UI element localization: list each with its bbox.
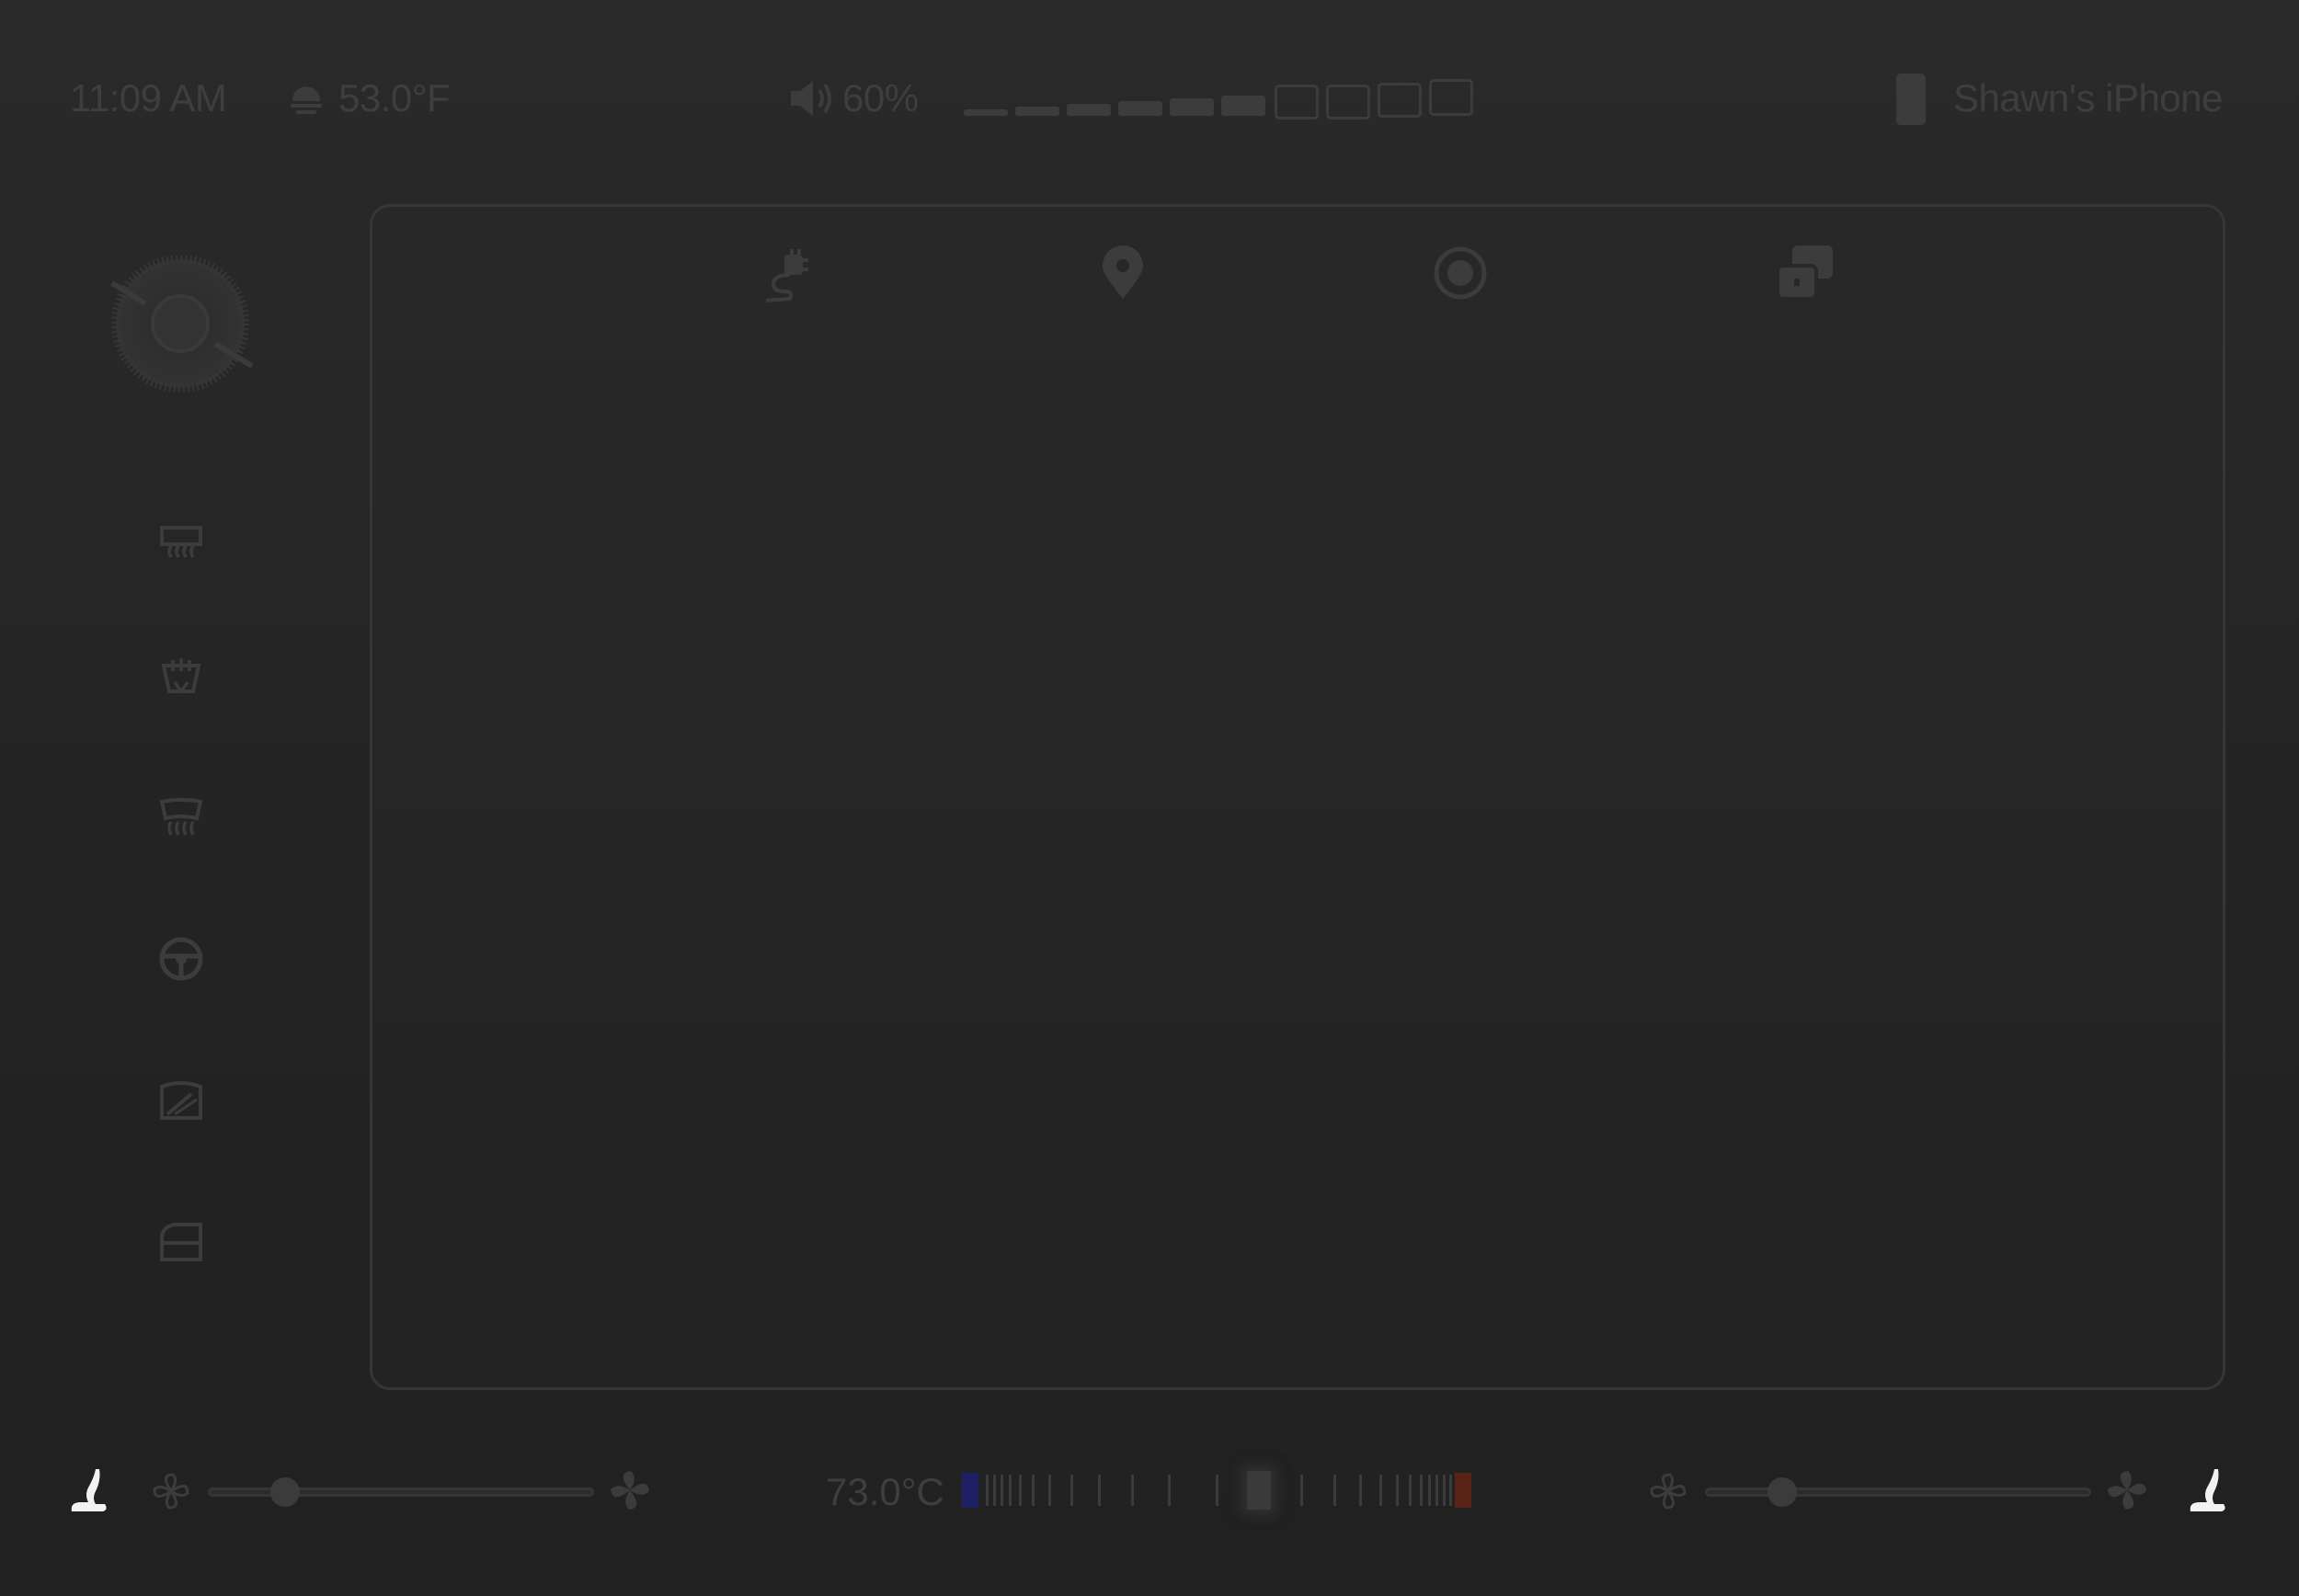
temp-tick xyxy=(1396,1475,1399,1506)
temp-tick xyxy=(1333,1475,1336,1506)
left-fan-large-icon[interactable] xyxy=(609,1469,651,1511)
volume-step[interactable] xyxy=(1067,104,1111,116)
right-fan-small-icon[interactable] xyxy=(1648,1471,1688,1511)
left-seat-heater-icon[interactable] xyxy=(68,1467,112,1513)
temp-tick xyxy=(1420,1475,1423,1506)
temp-tick xyxy=(1428,1475,1431,1506)
right-seat-heater-icon[interactable] xyxy=(2187,1467,2231,1513)
fan-dial-icon[interactable] xyxy=(109,256,256,403)
temp-tick xyxy=(1098,1475,1101,1506)
temp-tick xyxy=(1009,1475,1012,1506)
volume-step[interactable] xyxy=(1378,83,1422,118)
left-fan-slider-thumb[interactable] xyxy=(270,1477,300,1507)
cabin-air-icon[interactable] xyxy=(158,655,204,701)
temp-tick xyxy=(1048,1475,1051,1506)
cloud-icon xyxy=(291,86,322,114)
volume-step[interactable] xyxy=(1221,96,1265,116)
cold-end-marker xyxy=(962,1473,978,1508)
car-screen: 11:09 AM 53.0°F 60% Shawn's iPhone 73.0°… xyxy=(0,0,2299,1596)
temp-tick xyxy=(1435,1475,1438,1506)
volume-step[interactable] xyxy=(1015,107,1059,116)
volume-step[interactable] xyxy=(964,109,1008,116)
volume-level: 60% xyxy=(842,76,919,120)
charging-plug-icon[interactable] xyxy=(762,247,810,302)
temp-tick xyxy=(986,1475,989,1506)
cabin-temperature: 73.0°C xyxy=(826,1470,944,1513)
phone-icon xyxy=(1896,74,1926,125)
right-fan-large-icon[interactable] xyxy=(2106,1469,2148,1511)
volume-step[interactable] xyxy=(1275,85,1319,120)
temp-tick xyxy=(1379,1475,1382,1506)
temp-tick xyxy=(1032,1475,1035,1506)
temperature-slider-thumb[interactable] xyxy=(1247,1471,1271,1510)
temp-tick xyxy=(1070,1475,1073,1506)
clock: 11:09 AM xyxy=(70,76,227,120)
hot-end-marker xyxy=(1455,1473,1471,1508)
front-defrost-icon[interactable] xyxy=(158,520,204,566)
temp-tick xyxy=(1359,1475,1362,1506)
temp-tick xyxy=(1001,1475,1003,1506)
apps-icon[interactable] xyxy=(1776,244,1835,301)
temp-tick xyxy=(993,1475,996,1506)
volume-step[interactable] xyxy=(1118,101,1162,116)
volume-step[interactable] xyxy=(1429,79,1473,116)
volume-step[interactable] xyxy=(1170,98,1214,116)
connected-device[interactable]: Shawn's iPhone xyxy=(1953,75,2223,121)
main-panel xyxy=(370,204,2225,1390)
temp-tick xyxy=(1300,1475,1303,1506)
camera-icon[interactable] xyxy=(1433,245,1488,301)
temp-tick xyxy=(1019,1475,1022,1506)
window-icon[interactable] xyxy=(158,1219,204,1265)
right-fan-slider[interactable] xyxy=(1705,1488,2091,1497)
location-pin-icon[interactable] xyxy=(1099,245,1147,301)
right-fan-slider-thumb[interactable] xyxy=(1767,1477,1797,1507)
temp-tick xyxy=(1443,1475,1446,1506)
outside-temperature: 53.0°F xyxy=(338,76,451,120)
rear-defrost-icon[interactable] xyxy=(158,796,204,842)
wiper-icon[interactable] xyxy=(158,1077,204,1123)
steering-wheel-heat-icon[interactable] xyxy=(158,936,204,982)
temp-tick xyxy=(1216,1475,1218,1506)
temp-tick xyxy=(1449,1475,1452,1506)
left-fan-slider[interactable] xyxy=(208,1488,594,1497)
temp-tick xyxy=(1168,1475,1171,1506)
left-fan-small-icon[interactable] xyxy=(151,1471,191,1511)
speaker-icon[interactable] xyxy=(787,77,835,120)
temp-tick xyxy=(1131,1475,1134,1506)
volume-step[interactable] xyxy=(1326,85,1370,120)
temp-tick xyxy=(1409,1475,1412,1506)
